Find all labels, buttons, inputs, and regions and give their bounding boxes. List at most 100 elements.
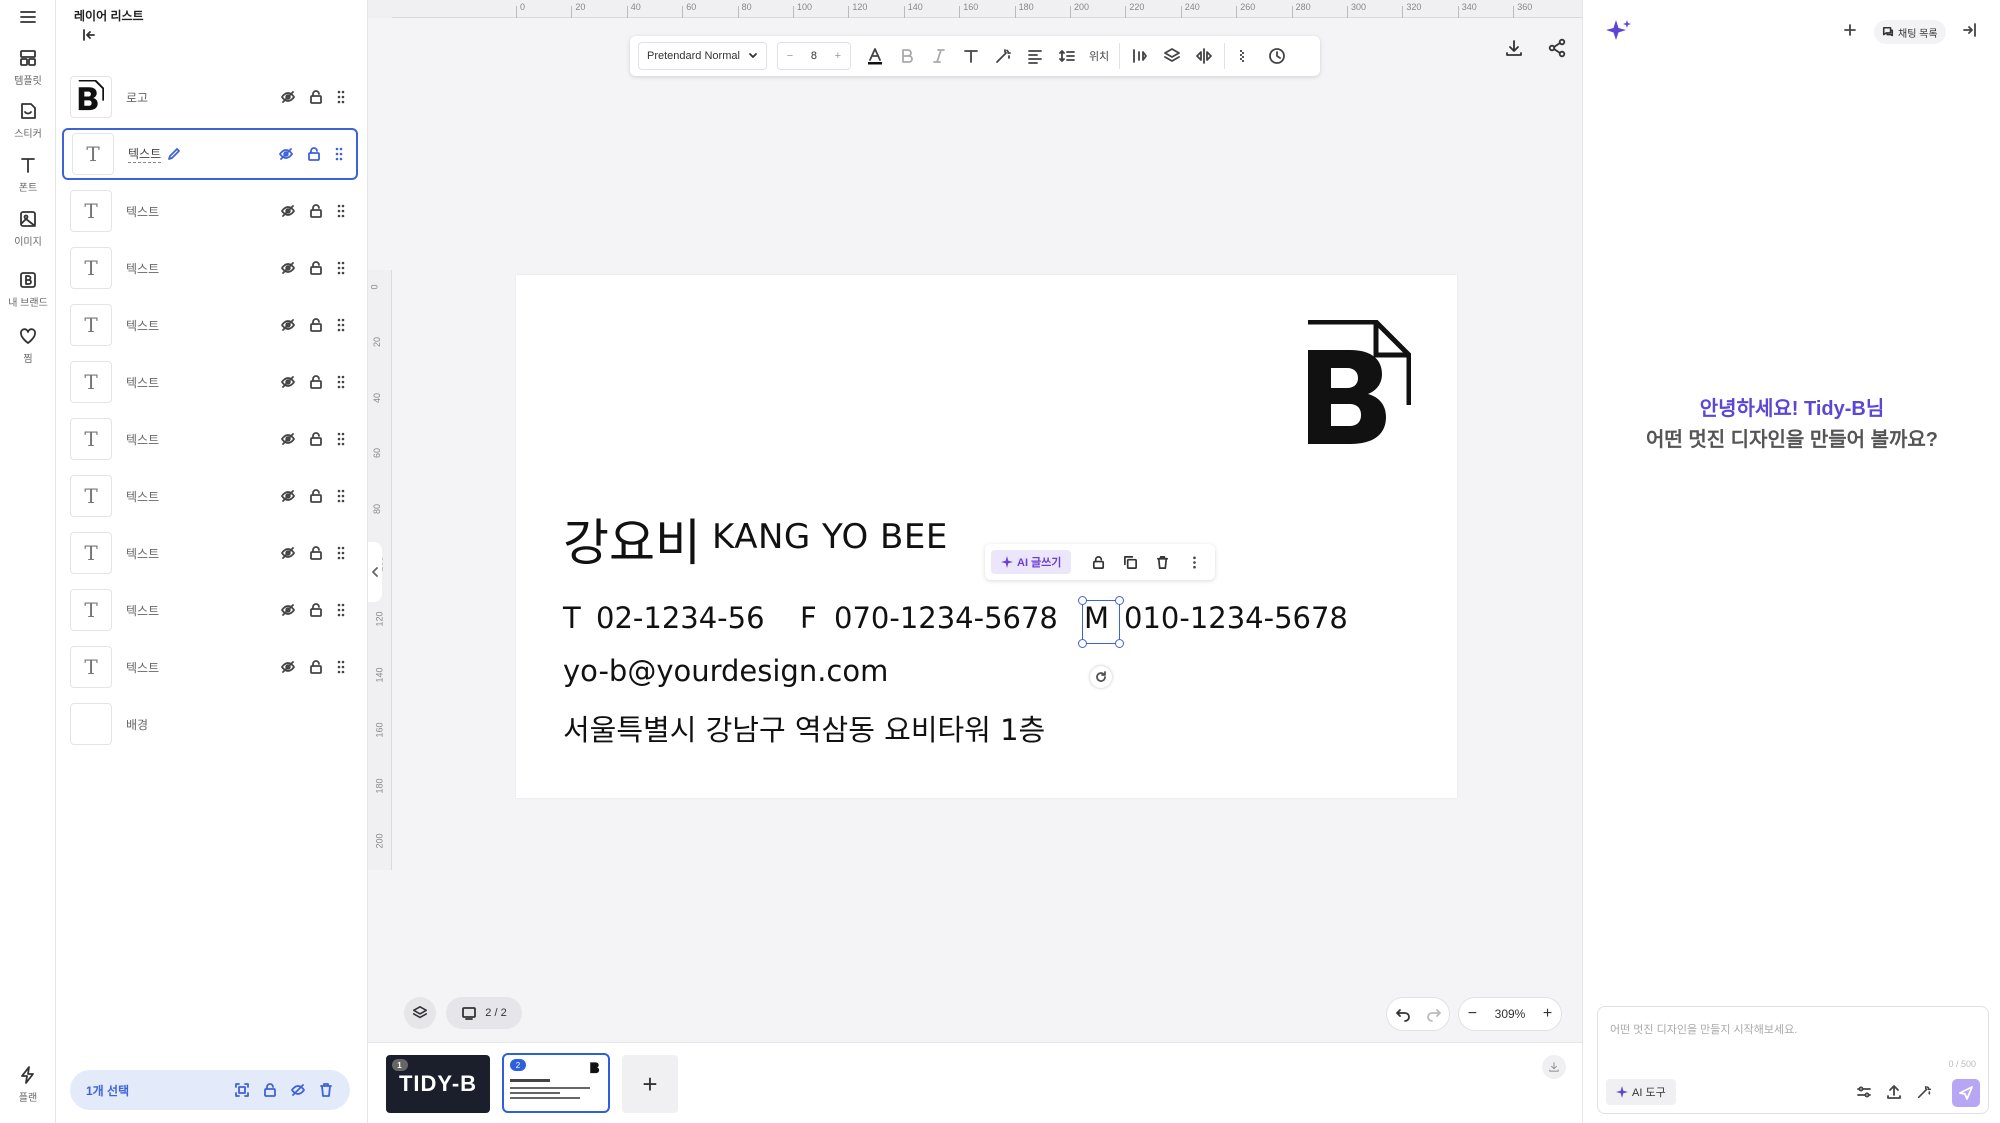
eye-off-icon[interactable] [290, 1082, 306, 1098]
layer-order-button[interactable] [1156, 40, 1188, 72]
zoom-value[interactable]: 309% [1495, 1007, 1526, 1021]
layer-name[interactable]: 텍스트 [128, 145, 162, 163]
send-button[interactable] [1952, 1079, 1980, 1107]
unlock-icon[interactable] [308, 488, 324, 504]
trash-icon[interactable] [318, 1082, 334, 1098]
card-fax-prefix[interactable]: F [800, 601, 817, 635]
layer-row[interactable]: T 텍스트 [62, 527, 358, 579]
unlock-icon[interactable] [308, 602, 324, 618]
zoom-out-button[interactable]: − [1468, 1005, 1477, 1023]
zoom-in-button[interactable]: + [1543, 1005, 1552, 1023]
artboard[interactable]: 강요비 KANG YO BEE T 02-1234-56 F 070-1234-… [516, 275, 1457, 798]
rail-item-sticker[interactable]: 스티커 [0, 101, 56, 140]
settings-sliders-icon[interactable] [1856, 1084, 1872, 1100]
ai-write-button[interactable]: AI 글쓰기 [991, 550, 1072, 574]
layer-row[interactable]: 로고 [62, 71, 358, 123]
drag-handle-icon[interactable] [336, 488, 346, 504]
duplicate-button[interactable] [1117, 549, 1143, 575]
transparency-button[interactable] [1229, 40, 1261, 72]
layer-row[interactable]: T 텍스트 [62, 299, 358, 351]
more-options-button[interactable] [1181, 549, 1207, 575]
layer-panel-toggle[interactable] [368, 542, 382, 602]
card-phone[interactable]: 02-1234-56 [596, 601, 765, 635]
resize-handle[interactable] [1078, 639, 1087, 648]
unlock-icon[interactable] [308, 545, 324, 561]
page-download-button[interactable] [1542, 1055, 1566, 1079]
magic-wand-icon[interactable] [1916, 1084, 1932, 1100]
italic-button[interactable] [923, 40, 955, 72]
eye-off-icon[interactable] [280, 659, 296, 675]
eye-off-icon[interactable] [280, 602, 296, 618]
card-email[interactable]: yo-b@yourdesign.com [563, 654, 888, 688]
page-thumbnail-1[interactable]: 1 TIDY-B [386, 1055, 490, 1113]
card-name-english[interactable]: KANG YO BEE [712, 517, 948, 557]
decrease-size-button[interactable]: − [787, 50, 793, 62]
rail-item-font[interactable]: 폰트 [0, 155, 56, 194]
rail-item-template[interactable]: 템플릿 [0, 48, 56, 87]
card-fax[interactable]: 070-1234-5678 [834, 601, 1058, 635]
close-panel-button[interactable] [1961, 22, 1977, 38]
eye-off-icon[interactable] [280, 431, 296, 447]
chat-input-box[interactable]: 어떤 멋진 디자인을 만들지 시작해보세요. 0 / 500 AI 도구 [1597, 1006, 1989, 1114]
unlock-icon[interactable] [308, 260, 324, 276]
unlock-icon[interactable] [308, 317, 324, 333]
ai-tools-button[interactable]: AI 도구 [1606, 1079, 1676, 1105]
text-style-button[interactable] [955, 40, 987, 72]
card-mobile[interactable]: 010-1234-5678 [1124, 601, 1348, 635]
card-address[interactable]: 서울특별시 강남구 역삼동 요비타워 1층 [563, 707, 1045, 749]
rail-item-image[interactable]: 이미지 [0, 209, 56, 248]
font-family-select[interactable]: Pretendard Normal [638, 42, 767, 70]
layer-row[interactable]: T 텍스트 [62, 356, 358, 408]
unlock-icon[interactable] [308, 374, 324, 390]
eye-off-icon[interactable] [280, 488, 296, 504]
increase-size-button[interactable]: + [835, 50, 841, 62]
layer-row[interactable]: T 텍스트 [62, 242, 358, 294]
rail-item-favorites[interactable]: 찜 [0, 326, 56, 365]
upload-icon[interactable] [1886, 1084, 1902, 1100]
lock-icon[interactable] [262, 1082, 278, 1098]
delete-button[interactable] [1149, 549, 1175, 575]
layers-toggle-button[interactable] [404, 997, 436, 1029]
lock-element-button[interactable] [1085, 549, 1111, 575]
layer-row[interactable]: T 텍스트 [62, 128, 358, 180]
eye-off-icon[interactable] [280, 317, 296, 333]
eye-off-icon[interactable] [280, 545, 296, 561]
unlock-icon[interactable] [308, 203, 324, 219]
page-thumbnail-2[interactable]: 2 [502, 1053, 610, 1113]
card-phone-prefix[interactable]: T [563, 601, 581, 635]
edit-pencil-icon[interactable] [167, 147, 181, 161]
layer-row[interactable]: T 텍스트 [62, 584, 358, 636]
layer-row[interactable]: T 텍스트 [62, 641, 358, 693]
drag-handle-icon[interactable] [336, 431, 346, 447]
group-icon[interactable] [234, 1082, 250, 1098]
add-page-button[interactable]: + [622, 1055, 678, 1113]
font-size-stepper[interactable]: − 8 + [776, 42, 851, 70]
layer-row[interactable]: T 텍스트 [62, 470, 358, 522]
flip-button[interactable] [1188, 40, 1220, 72]
drag-handle-icon[interactable] [336, 602, 346, 618]
drag-handle-icon[interactable] [336, 374, 346, 390]
distribute-button[interactable] [1124, 40, 1156, 72]
page-counter-button[interactable]: 2 / 2 [446, 997, 522, 1029]
menu-button[interactable] [0, 8, 56, 26]
drag-handle-icon[interactable] [336, 659, 346, 675]
resize-handle[interactable] [1078, 596, 1087, 605]
drag-handle-icon[interactable] [336, 203, 346, 219]
new-chat-button[interactable] [1842, 22, 1858, 38]
redo-icon[interactable] [1426, 1006, 1442, 1022]
eye-off-icon[interactable] [280, 203, 296, 219]
unlock-icon[interactable] [308, 431, 324, 447]
drag-handle-icon[interactable] [334, 146, 344, 162]
chat-input-placeholder[interactable]: 어떤 멋진 디자인을 만들지 시작해보세요. [1610, 1021, 1797, 1037]
unlock-icon[interactable] [308, 659, 324, 675]
layer-row[interactable]: T 텍스트 [62, 413, 358, 465]
drag-handle-icon[interactable] [336, 317, 346, 333]
eye-off-icon[interactable] [280, 260, 296, 276]
layer-row[interactable]: 배경 [62, 698, 358, 750]
rail-item-brand[interactable]: 내 브랜드 [0, 270, 56, 309]
eye-off-icon[interactable] [278, 146, 294, 162]
undo-icon[interactable] [1395, 1006, 1411, 1022]
layer-row[interactable]: T 텍스트 [62, 185, 358, 237]
eye-off-icon[interactable] [280, 89, 296, 105]
spacing-button[interactable] [1051, 40, 1083, 72]
